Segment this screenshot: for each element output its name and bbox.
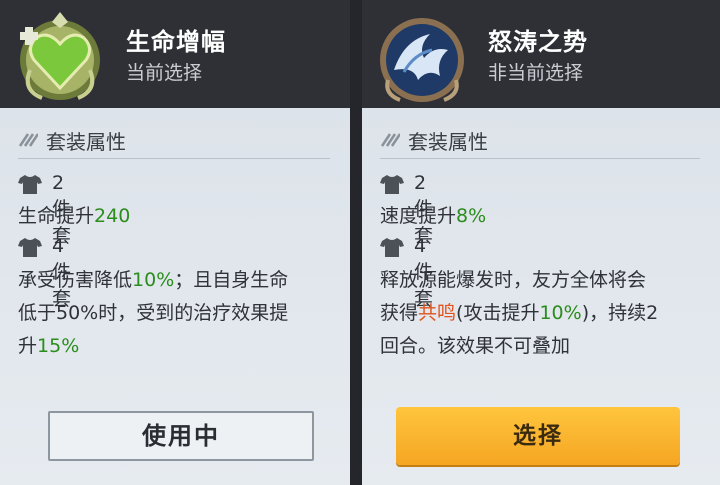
text: 承受伤害降低 — [18, 269, 133, 291]
text: ；且自身生命 — [174, 269, 289, 291]
piece-2-effect: 速度提升8% — [380, 201, 486, 228]
piece-4-effect-line-2: 低于50%时，受到的治疗效果提 — [18, 302, 289, 324]
value: 15% — [37, 335, 80, 357]
section-header: 套装属性 — [18, 126, 330, 159]
value: 10% — [539, 302, 582, 324]
piece-4-effect-line-3: 升15% — [18, 331, 79, 358]
shirt-icon — [380, 238, 404, 257]
stripes-icon — [18, 133, 38, 147]
text: (攻击提升 — [456, 302, 540, 324]
resonance-keyword: 共鸣 — [418, 302, 457, 324]
text: 获得 — [380, 302, 419, 324]
section-title: 套装属性 — [46, 130, 126, 154]
text: 升 — [18, 335, 38, 357]
piece-2-text: 速度提升 — [380, 205, 457, 227]
select-button[interactable]: 选择 — [396, 407, 680, 465]
piece-2-effect: 生命提升240 — [18, 201, 130, 228]
green-heart-emblem-icon — [20, 12, 100, 100]
selection-status: 当前选择 — [126, 62, 203, 84]
piece-4-effect-line-3: 回合。该效果不可叠加 — [380, 335, 571, 357]
piece-2-value: 240 — [94, 205, 131, 227]
shirt-icon — [380, 175, 404, 194]
section-header: 套装属性 — [380, 126, 700, 159]
in-use-button[interactable]: 使用中 — [48, 411, 314, 461]
set-name: 怒涛之势 — [488, 28, 588, 56]
stripes-icon — [380, 133, 400, 147]
piece-4-effect-line-2: 获得共鸣(攻击提升10%)，持续2 — [380, 298, 658, 325]
selection-status: 非当前选择 — [488, 62, 584, 84]
text: )，持续2 — [581, 302, 659, 324]
card-header: 怒涛之势 非当前选择 — [362, 0, 720, 108]
section-title: 套装属性 — [408, 130, 488, 154]
blue-wave-emblem-icon — [380, 18, 464, 102]
piece-2-text: 生命提升 — [18, 205, 95, 227]
piece-4-effect-line-1: 承受伤害降低10%；且自身生命 — [18, 265, 288, 292]
shirt-icon — [18, 175, 42, 194]
piece-2-value: 8% — [456, 205, 487, 227]
value: 10% — [132, 269, 175, 291]
piece-4-effect-line-1: 释放源能爆发时，友方全体将会 — [380, 269, 647, 291]
card-header: 生命增幅 当前选择 — [0, 0, 350, 108]
shirt-icon — [18, 238, 42, 257]
set-name: 生命增幅 — [126, 28, 226, 56]
